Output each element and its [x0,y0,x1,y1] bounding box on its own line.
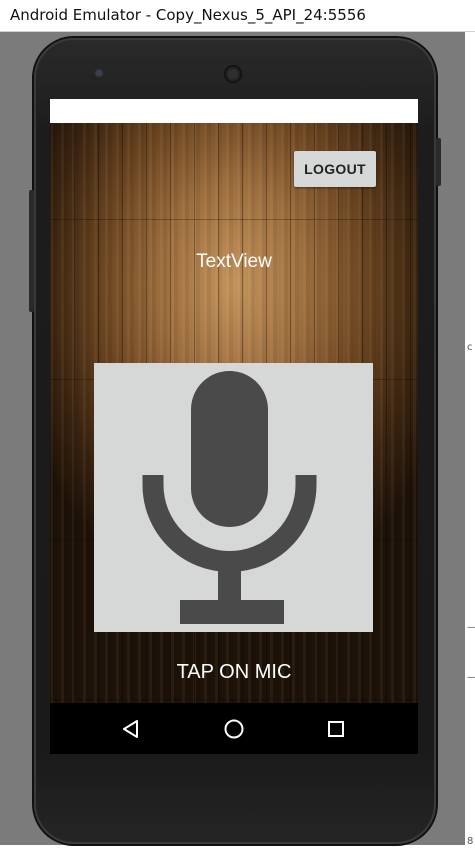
tap-on-mic-label: TAP ON MIC [176,661,292,683]
nav-recents-button[interactable] [306,703,366,754]
window-titlebar: Android Emulator - Copy_Nexus_5_API_24:5… [0,0,475,32]
volume-button[interactable] [29,190,34,312]
navigation-bar [50,703,418,754]
nav-home-button[interactable] [204,703,264,754]
nav-back-button[interactable] [101,703,161,754]
emulator-screen: Android Emulator - Copy_Nexus_5_API_24:5… [0,0,475,851]
device-screen: LOGOUT TextView TAP ON MIC [50,99,418,754]
earpiece-speaker [224,65,242,83]
logout-button[interactable]: LOGOUT [294,151,376,187]
app-content-wood-background: LOGOUT TextView TAP ON MIC [50,123,418,703]
microphone-icon [142,371,317,624]
power-button[interactable] [436,138,441,186]
back-triangle-icon [123,719,138,738]
front-camera [94,68,104,78]
recents-square-icon [328,720,344,737]
status-bar [50,99,418,123]
window-title: Android Emulator - Copy_Nexus_5_API_24:5… [10,6,366,24]
right-window-edge: c — — 8 [465,32,475,851]
home-circle-icon [224,719,244,738]
bottom-window-edge [0,845,475,851]
mic-button[interactable] [94,363,373,632]
text-view: TextView [196,251,272,272]
proximity-sensor [356,69,378,82]
